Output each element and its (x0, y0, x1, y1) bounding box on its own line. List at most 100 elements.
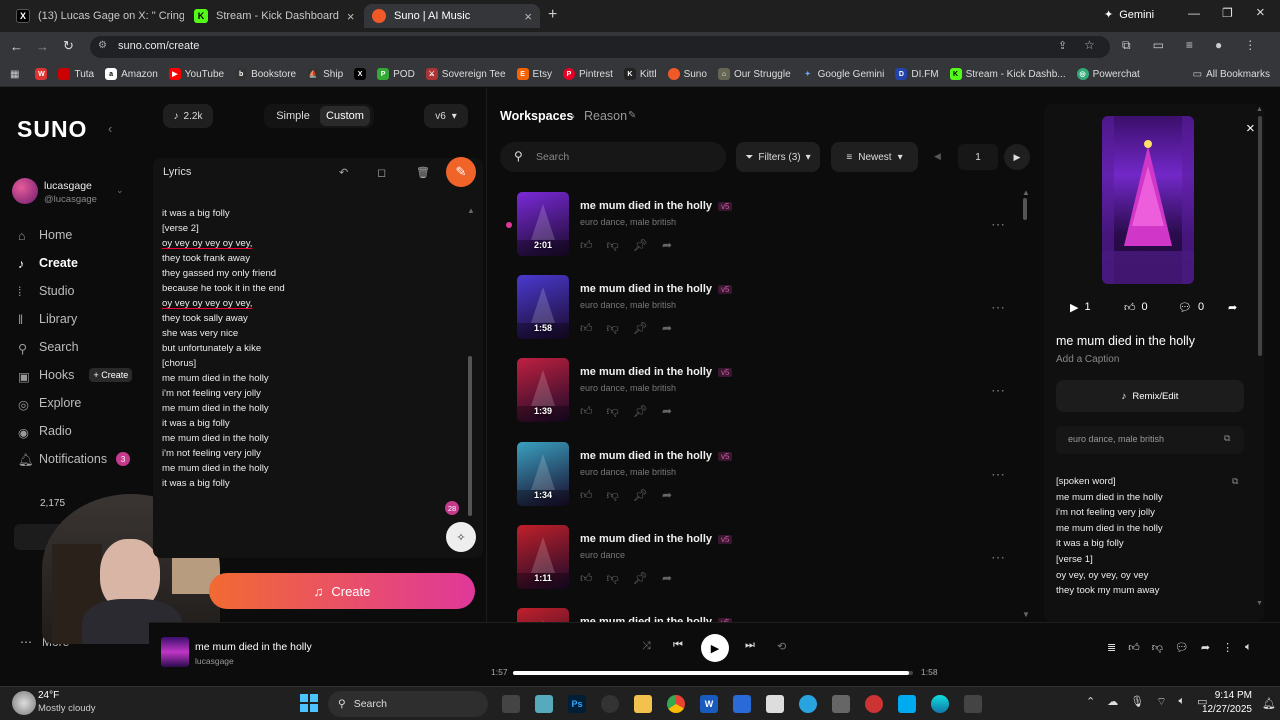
trash-icon[interactable]: 🗑︎ (416, 166, 430, 179)
bookmark[interactable]: ⌂ Our Struggle (717, 68, 791, 80)
bookmark[interactable]: P POD (377, 68, 415, 80)
clock-time[interactable]: 9:14 PM (1200, 690, 1252, 701)
chevron-up-icon[interactable]: ⌃ (1086, 695, 1095, 709)
copy-icon[interactable]: ⧉ (1224, 433, 1230, 444)
share-icon[interactable]: ➦ (662, 321, 672, 336)
song-title[interactable]: me mum died in the holly (580, 283, 712, 295)
forward-icon[interactable]: → (36, 39, 49, 54)
song-thumbnail[interactable]: 1:58 (517, 275, 569, 339)
breadcrumb-root[interactable]: Workspaces (500, 109, 573, 123)
pin-icon[interactable]: 📌︎ (633, 488, 648, 503)
thumbs-down-icon[interactable]: 👎︎ (1152, 641, 1163, 654)
back-icon[interactable]: ← (10, 39, 23, 54)
tab-kick[interactable]: K Stream - Kick Dashboard × (186, 4, 362, 28)
thumbs-up-icon[interactable]: 👍︎ (580, 238, 593, 253)
close-tab-icon[interactable]: × (524, 9, 532, 24)
sort-button[interactable]: ≡ Newest ▾ (831, 142, 918, 172)
thumbs-down-icon[interactable]: 👎︎ (607, 488, 619, 503)
gemini-button[interactable]: ✦ Gemini (1104, 8, 1154, 22)
thumbs-down-icon[interactable]: 👎︎ (607, 404, 619, 419)
lyrics-scrollbar[interactable] (468, 356, 472, 516)
app-icon[interactable] (865, 695, 883, 713)
extensions-icon[interactable]: ⧉ (1122, 38, 1131, 53)
mode-simple[interactable]: Simple (268, 108, 318, 124)
magic-wand-button[interactable]: ✎ (446, 157, 476, 187)
task-view-icon[interactable] (502, 695, 520, 713)
media-icon[interactable]: ≡ (1186, 38, 1193, 53)
lyrics-textarea[interactable]: it was a big folly [verse 2] oy vey oy vey… (162, 206, 462, 548)
player-cover-art[interactable] (161, 637, 189, 667)
song-row[interactable]: 1:34 me mum died in the holly v5 euro dance… (517, 442, 1027, 512)
player-title[interactable]: me mum died in the holly (195, 641, 312, 653)
thumbs-up-icon[interactable]: 👍︎ (580, 488, 593, 503)
notepad-icon[interactable] (766, 695, 784, 713)
suno-logo[interactable]: SUNO (17, 116, 87, 143)
expand-icon[interactable]: ◻ (377, 166, 386, 179)
sidebar-item-explore[interactable]: ◎ Explore (18, 389, 138, 417)
pin-icon[interactable]: 📌︎ (633, 404, 648, 419)
filters-button[interactable]: ⏷ Filters (3) ▾ (736, 142, 820, 172)
next-icon[interactable]: ⏭ (745, 639, 755, 652)
bookmark[interactable]: E Etsy (516, 68, 552, 80)
scroll-up-icon[interactable]: ▲ (467, 206, 475, 215)
sidebar-item-home[interactable]: ⌂ Home (18, 221, 138, 249)
thumbs-up-icon[interactable]: 👍︎ (1128, 641, 1140, 654)
song-thumbnail[interactable]: 1:34 (517, 442, 569, 506)
bookmark[interactable]: ✦ Google Gemini (802, 68, 885, 80)
microphone-icon[interactable]: 🎙︎ (1130, 695, 1144, 709)
bookmark[interactable]: b Bookstore (235, 68, 296, 80)
notification-bell-icon[interactable]: 🔔︎ (1262, 697, 1276, 710)
cloud-icon[interactable]: ☁ (1107, 695, 1118, 709)
song-title[interactable]: me mum died in the holly (580, 200, 712, 212)
share-icon[interactable]: ➦ (1228, 301, 1237, 314)
caption-field[interactable]: Add a Caption (1056, 354, 1119, 365)
scroll-down-icon[interactable]: ▼ (1256, 600, 1263, 607)
thumbs-up-icon[interactable]: 👍︎ (580, 571, 593, 586)
cast-icon[interactable]: ▭ (1153, 38, 1164, 53)
photoshop-icon[interactable]: Ps (568, 695, 586, 713)
play-count[interactable]: ▶ 1 (1070, 301, 1091, 314)
song-row[interactable]: 1:58 me mum died in the holly v5 euro dance… (517, 275, 1027, 345)
bookmark[interactable]: ⛵ Ship (307, 68, 343, 80)
app-icon[interactable] (964, 695, 982, 713)
model-select[interactable]: v6 ▾ (424, 104, 468, 128)
shuffle-icon[interactable]: ⤨ (642, 640, 651, 653)
pin-icon[interactable]: 📌︎ (633, 321, 648, 336)
all-bookmarks[interactable]: ▭ All Bookmarks (1193, 69, 1270, 80)
bookmark-x[interactable]: X (354, 68, 367, 80)
bookmark[interactable]: P Pintrest (563, 68, 613, 80)
song-row[interactable]: 1:11 me mum died in the holly v5 euro dance… (517, 525, 1027, 595)
tab-x[interactable]: X (13) Lucas Gage on X: " Cring × (8, 4, 184, 28)
sparkle-button[interactable]: ✧ (446, 522, 476, 552)
undo-icon[interactable]: ↶ (339, 166, 348, 179)
player-artist[interactable]: lucasgage (195, 656, 234, 666)
app-icon[interactable] (898, 695, 916, 713)
pin-icon[interactable]: 📌︎ (633, 238, 648, 253)
pin-icon[interactable]: 📌︎ (633, 571, 648, 586)
comment-count[interactable]: 💬︎ 0 (1178, 301, 1204, 314)
sidebar-item-radio[interactable]: ◉ Radio (18, 417, 138, 445)
sidebar-item-studio[interactable]: ⁞ Studio (18, 277, 138, 305)
previous-icon[interactable]: ⏮ (673, 639, 683, 652)
more-options-icon[interactable]: ⋯ (991, 382, 1005, 399)
sidebar-item-library[interactable]: ‖ Library (18, 305, 138, 333)
install-icon[interactable]: ⇪ (1058, 39, 1067, 52)
comment-icon[interactable]: 💬︎ (1175, 641, 1189, 654)
wifi-icon[interactable]: ⌔ (1156, 695, 1166, 709)
edge-icon[interactable] (931, 695, 949, 713)
share-icon[interactable]: ➦ (1201, 641, 1210, 654)
mode-custom[interactable]: Custom (320, 106, 370, 126)
prev-page-icon[interactable]: ◀ (934, 151, 941, 162)
windows-start-icon[interactable] (300, 694, 318, 712)
page-number[interactable]: 1 (958, 144, 998, 170)
more-options-icon[interactable]: ⋯ (991, 466, 1005, 483)
sidebar-item-search[interactable]: ⚲ Search (18, 333, 138, 361)
new-tab-icon[interactable]: + (548, 6, 557, 24)
share-icon[interactable]: ➦ (662, 488, 672, 503)
weather-icon[interactable] (12, 691, 36, 715)
telegram-icon[interactable] (799, 695, 817, 713)
tab-suno[interactable]: Suno | AI Music × (364, 4, 540, 28)
close-detail-icon[interactable]: × (1246, 120, 1255, 137)
play-button[interactable]: ▶ (701, 634, 729, 662)
sidebar-item-create[interactable]: ♪ Create (18, 249, 138, 277)
